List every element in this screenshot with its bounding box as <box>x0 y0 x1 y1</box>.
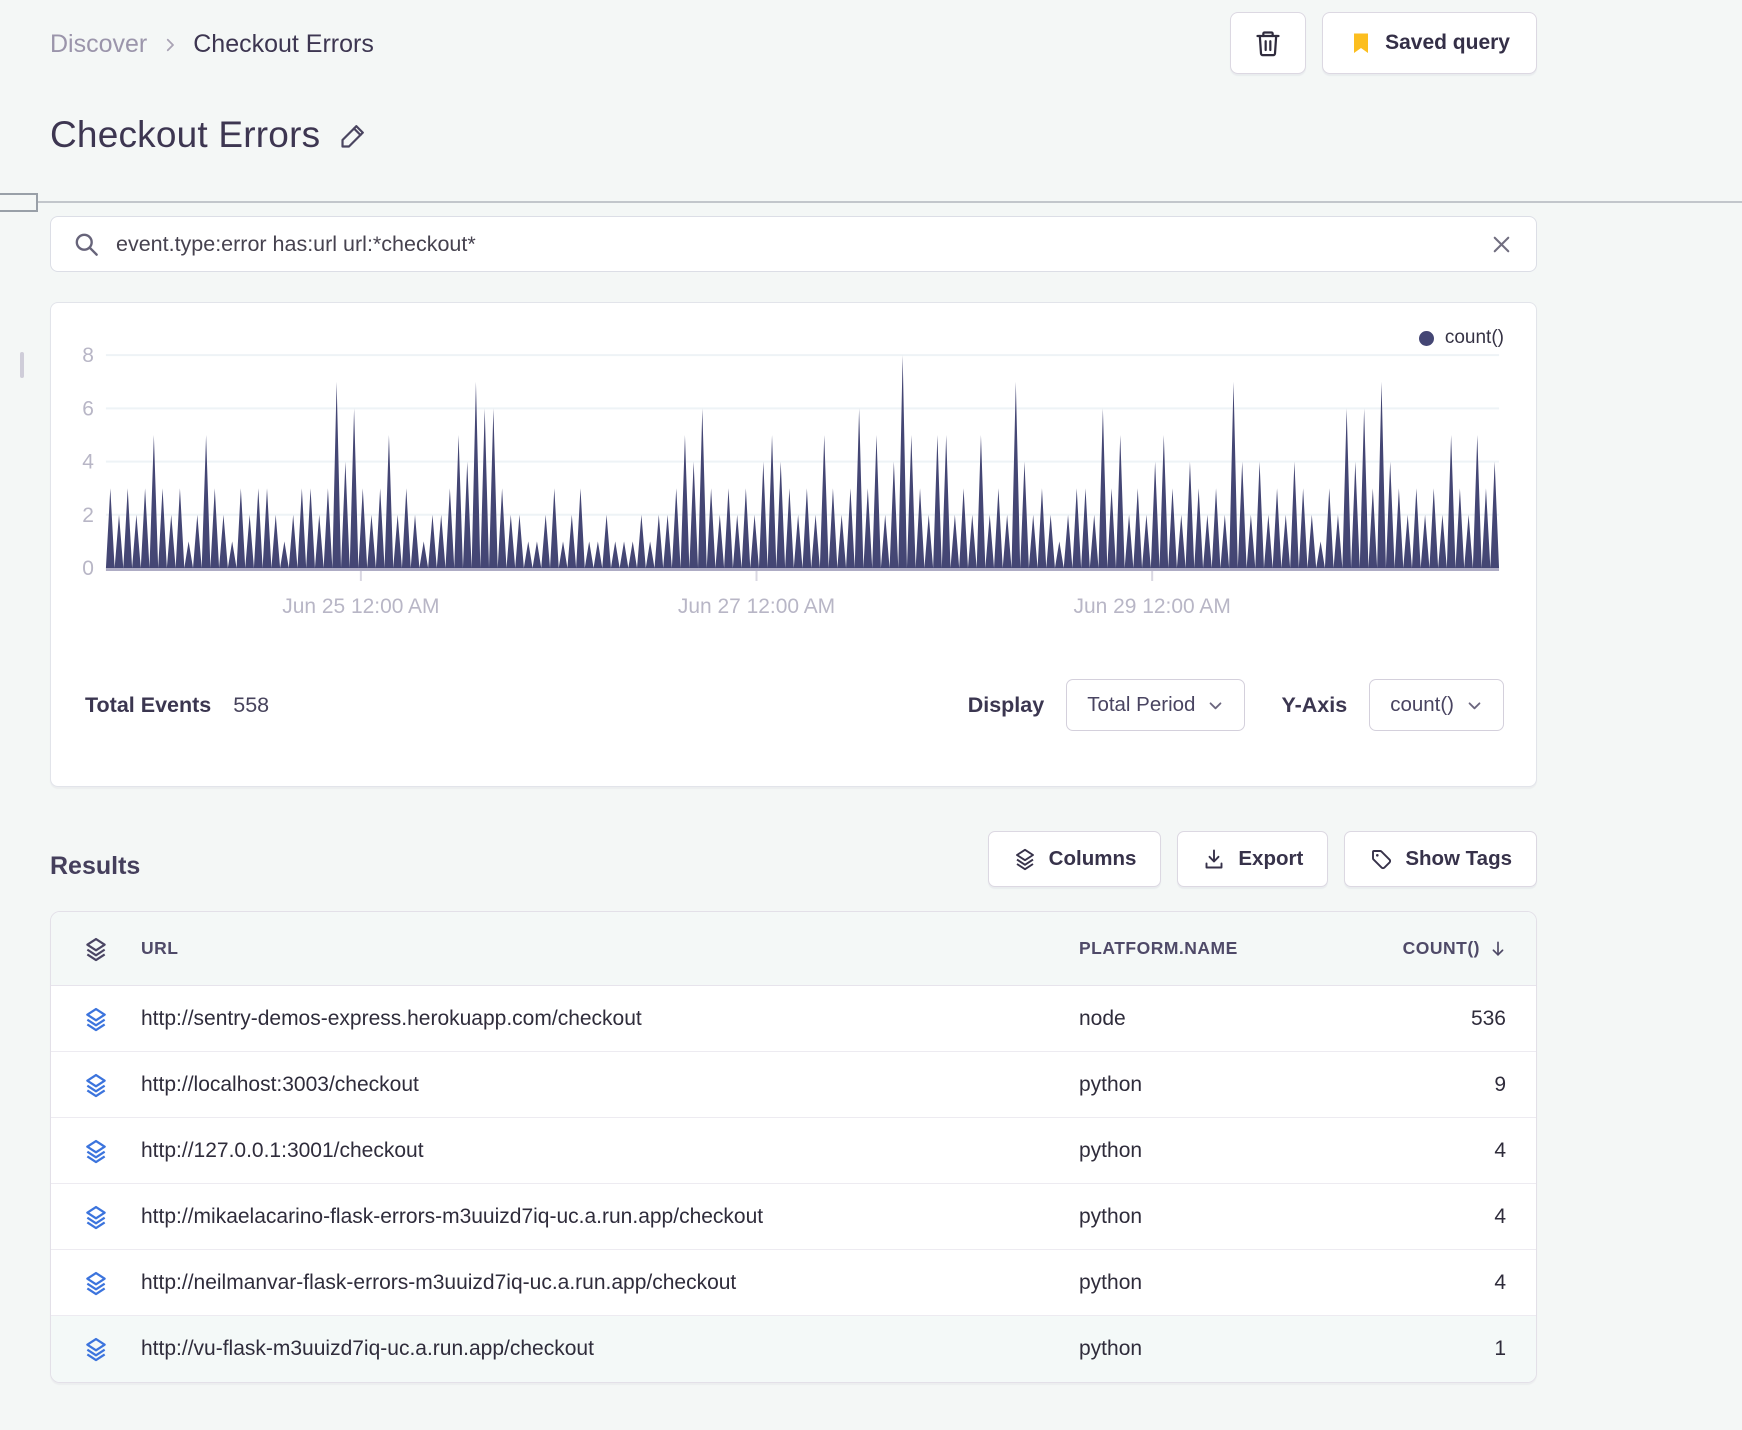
search-input[interactable] <box>116 231 1473 257</box>
top-bar: Discover Checkout Errors Saved query Che… <box>0 0 1742 212</box>
saved-query-button[interactable]: Saved query <box>1322 12 1537 74</box>
display-label: Display <box>967 692 1045 717</box>
breadcrumb-current: Checkout Errors <box>193 30 374 58</box>
yaxis-dropdown-value: count() <box>1390 693 1454 716</box>
url-cell[interactable]: http://mikaelacarino-flask-errors-m3uuiz… <box>141 1205 1079 1229</box>
breadcrumb-discover-link[interactable]: Discover <box>50 30 147 59</box>
legend-count-label: count() <box>1444 327 1504 348</box>
count-cell: 1 <box>1494 1337 1506 1360</box>
svg-text:8: 8 <box>82 344 94 367</box>
table-row: http://mikaelacarino-flask-errors-m3uuiz… <box>51 1184 1536 1250</box>
column-header-count[interactable]: COUNT() <box>1364 938 1536 959</box>
column-header-url[interactable]: URL <box>141 938 1079 959</box>
column-header-platform[interactable]: PLATFORM.NAME <box>1079 938 1364 959</box>
display-dropdown-value: Total Period <box>1087 693 1196 716</box>
row-stack-icon[interactable] <box>51 1072 141 1098</box>
chevron-down-icon <box>1466 697 1483 714</box>
platform-cell: python <box>1079 1204 1143 1228</box>
count-cell: 4 <box>1494 1138 1506 1162</box>
row-stack-icon[interactable] <box>51 1336 141 1362</box>
display-dropdown[interactable]: Total Period <box>1066 679 1246 731</box>
breadcrumb: Discover Checkout Errors <box>50 12 374 59</box>
svg-text:Jun 25 12:00 AM: Jun 25 12:00 AM <box>282 595 439 618</box>
results-heading: Results <box>50 852 141 880</box>
search-bar <box>50 216 1537 272</box>
results-table: URL PLATFORM.NAME COUNT() http://sentry-… <box>50 911 1537 1383</box>
stack-icon[interactable] <box>51 936 141 962</box>
legend-count-dot <box>1418 330 1434 346</box>
svg-text:4: 4 <box>82 451 94 474</box>
total-events-value: 558 <box>233 692 270 717</box>
svg-text:Jun 27 12:00 AM: Jun 27 12:00 AM <box>678 595 835 618</box>
chart-legend: count() <box>1418 327 1504 349</box>
row-stack-icon[interactable] <box>51 1204 141 1230</box>
columns-button[interactable]: Columns <box>987 831 1162 887</box>
sort-descending-arrow-icon <box>1488 939 1508 959</box>
total-events-label: Total Events <box>85 692 212 717</box>
count-cell: 536 <box>1470 1006 1506 1030</box>
count-cell: 4 <box>1494 1270 1506 1294</box>
events-chart-card: count() 0 2 4 6 8 Jun 25 12:00 AM Jun 27 12:00… <box>50 302 1537 787</box>
table-row: http://vu-flask-m3uuizd7iq-uc.a.run.app/… <box>51 1316 1536 1382</box>
export-button[interactable]: Export <box>1177 831 1329 887</box>
row-stack-icon[interactable] <box>51 1006 141 1032</box>
trash-icon <box>1254 28 1282 58</box>
svg-text:0: 0 <box>82 557 94 580</box>
table-row: http://neilmanvar-flask-errors-m3uuizd7i… <box>51 1250 1536 1316</box>
table-header-row: URL PLATFORM.NAME COUNT() <box>51 912 1536 986</box>
export-button-label: Export <box>1238 847 1304 870</box>
clear-search-icon[interactable] <box>1489 232 1514 257</box>
edit-title-pencil-icon[interactable] <box>338 120 369 151</box>
url-cell[interactable]: http://vu-flask-m3uuizd7iq-uc.a.run.app/… <box>141 1337 1079 1361</box>
count-cell: 4 <box>1494 1204 1506 1228</box>
row-stack-icon[interactable] <box>51 1270 141 1296</box>
svg-text:2: 2 <box>82 504 94 527</box>
platform-cell: python <box>1079 1337 1143 1360</box>
columns-button-label: Columns <box>1048 847 1137 870</box>
saved-query-label: Saved query <box>1385 31 1510 54</box>
search-icon <box>73 231 100 258</box>
platform-cell: node <box>1079 1006 1126 1030</box>
show-tags-button[interactable]: Show Tags <box>1344 831 1537 887</box>
svg-text:6: 6 <box>82 397 94 420</box>
platform-cell: python <box>1079 1270 1143 1294</box>
svg-text:Jun 29 12:00 AM: Jun 29 12:00 AM <box>1074 595 1231 618</box>
events-chart[interactable]: 0 2 4 6 8 Jun 25 12:00 AM Jun 27 12:00 AM Jun 2… <box>51 313 1536 643</box>
table-row: http://sentry-demos-express.herokuapp.co… <box>51 986 1536 1052</box>
page-title: Checkout Errors <box>50 114 321 155</box>
url-cell[interactable]: http://sentry-demos-express.herokuapp.co… <box>141 1007 1079 1031</box>
yaxis-label: Y-Axis <box>1281 692 1348 717</box>
count-header-label: COUNT() <box>1402 938 1480 958</box>
url-cell[interactable]: http://neilmanvar-flask-errors-m3uuizd7i… <box>141 1271 1079 1295</box>
table-row: http://localhost:3003/checkout python 9 <box>51 1052 1536 1118</box>
show-tags-button-label: Show Tags <box>1405 847 1512 870</box>
table-body: http://sentry-demos-express.herokuapp.co… <box>51 986 1536 1382</box>
yaxis-dropdown[interactable]: count() <box>1369 679 1504 731</box>
platform-cell: python <box>1079 1072 1143 1096</box>
columns-stack-icon <box>1013 847 1037 871</box>
chart-footer: Total Events 558 Display Total Period Y-… <box>51 643 1536 731</box>
tag-icon <box>1369 847 1393 871</box>
delete-query-button[interactable] <box>1230 12 1307 74</box>
download-icon <box>1202 847 1226 871</box>
platform-cell: python <box>1079 1138 1143 1162</box>
row-stack-icon[interactable] <box>51 1138 141 1164</box>
sidebar-collapse-nub <box>20 352 24 378</box>
table-row: http://127.0.0.1:3001/checkout python 4 <box>51 1118 1536 1184</box>
content-divider <box>0 201 1742 203</box>
bookmark-icon <box>1349 30 1373 56</box>
panel-resize-handle[interactable] <box>0 193 38 212</box>
url-cell[interactable]: http://localhost:3003/checkout <box>141 1073 1079 1097</box>
url-cell[interactable]: http://127.0.0.1:3001/checkout <box>141 1139 1079 1163</box>
chevron-right-icon <box>161 36 179 54</box>
count-cell: 9 <box>1494 1072 1506 1096</box>
chevron-down-icon <box>1207 697 1224 714</box>
